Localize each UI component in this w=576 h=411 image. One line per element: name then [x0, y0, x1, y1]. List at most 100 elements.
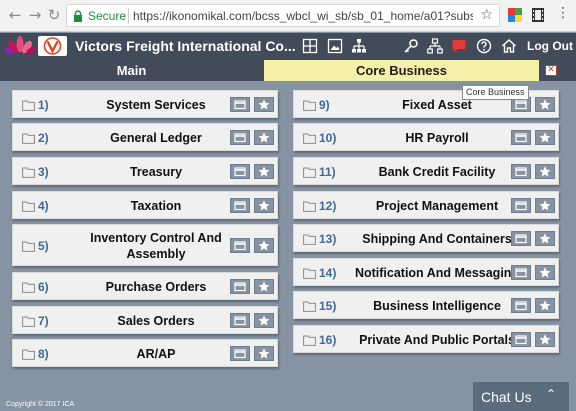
- address-bar[interactable]: Secure https://ikonomikal.com/bcss_wbcl_…: [66, 4, 500, 27]
- flower-logo-icon: [4, 36, 36, 55]
- module-card[interactable]: 1) System Services: [12, 90, 278, 118]
- favorite-star-icon[interactable]: [535, 198, 555, 213]
- chat-bubble-icon[interactable]: [451, 38, 467, 54]
- module-label[interactable]: General Ledger: [63, 124, 249, 152]
- url-divider: [128, 8, 129, 24]
- open-window-icon[interactable]: [230, 346, 250, 361]
- module-number: 11): [319, 165, 336, 179]
- favorite-star-icon[interactable]: [535, 97, 555, 112]
- module-label[interactable]: Purchase Orders: [63, 273, 249, 301]
- back-arrow-icon[interactable]: ←: [6, 6, 24, 24]
- module-card[interactable]: 3) Treasury: [12, 157, 278, 185]
- folder-icon: [22, 98, 35, 111]
- favorite-star-icon[interactable]: [254, 279, 274, 294]
- favorite-star-icon[interactable]: [535, 332, 555, 347]
- copyright-text: Copyright © 2017 ICA: [6, 401, 75, 408]
- favorite-star-icon[interactable]: [535, 130, 555, 145]
- tab-core-business[interactable]: Core Business: [264, 60, 539, 81]
- module-card[interactable]: 7) Sales Orders: [12, 306, 278, 334]
- folder-icon: [303, 232, 316, 245]
- favorite-star-icon[interactable]: [254, 164, 274, 179]
- logout-link[interactable]: Log Out: [527, 39, 573, 53]
- open-window-icon[interactable]: [230, 313, 250, 328]
- favorite-star-icon[interactable]: [254, 313, 274, 328]
- folder-icon: [303, 165, 316, 178]
- open-window-icon[interactable]: [511, 231, 531, 246]
- favorite-star-icon[interactable]: [535, 265, 555, 280]
- folder-icon: [22, 314, 35, 327]
- browser-menu-icon[interactable]: ⋮: [556, 5, 570, 21]
- module-label[interactable]: HR Payroll: [344, 124, 530, 152]
- module-card[interactable]: 14) Notification And Messaging: [293, 258, 559, 286]
- tooltip: Core Business: [462, 85, 529, 100]
- favorite-star-icon[interactable]: [254, 130, 274, 145]
- open-window-icon[interactable]: [230, 279, 250, 294]
- open-window-icon[interactable]: [511, 164, 531, 179]
- layout-grid-icon[interactable]: [302, 38, 318, 54]
- help-icon[interactable]: [476, 38, 492, 54]
- favorite-star-icon[interactable]: [535, 164, 555, 179]
- sitemap-icon[interactable]: [427, 38, 443, 54]
- tab-main[interactable]: Main: [0, 60, 263, 81]
- extension-color-icon[interactable]: [508, 8, 522, 22]
- module-number: 4): [38, 199, 49, 213]
- favorite-star-icon[interactable]: [254, 346, 274, 361]
- open-window-icon[interactable]: [511, 130, 531, 145]
- module-label[interactable]: Project Management: [344, 192, 530, 220]
- module-card[interactable]: 13) Shipping And Containers: [293, 224, 559, 252]
- chat-widget[interactable]: Chat Us ⌃: [473, 382, 569, 411]
- module-card[interactable]: 10) HR Payroll: [293, 123, 559, 151]
- module-label[interactable]: Inventory Control And Assembly: [63, 225, 249, 267]
- module-number: 13): [319, 232, 337, 246]
- open-window-icon[interactable]: [511, 332, 531, 347]
- open-window-icon[interactable]: [511, 198, 531, 213]
- key-icon[interactable]: [403, 38, 419, 54]
- module-label[interactable]: System Services: [63, 91, 249, 119]
- module-label[interactable]: Treasury: [63, 158, 249, 186]
- module-card[interactable]: 16) Private And Public Portals: [293, 325, 559, 353]
- open-window-icon[interactable]: [230, 238, 250, 253]
- folder-icon: [303, 266, 316, 279]
- module-card[interactable]: 11) Bank Credit Facility: [293, 157, 559, 185]
- module-label[interactable]: Notification And Messaging: [344, 259, 530, 287]
- bookmark-star-icon[interactable]: ☆: [480, 7, 493, 23]
- module-number: 7): [38, 314, 49, 328]
- module-label[interactable]: Private And Public Portals: [344, 326, 530, 354]
- module-label[interactable]: Business Intelligence: [344, 292, 530, 320]
- home-icon[interactable]: [501, 38, 517, 54]
- open-window-icon[interactable]: [230, 130, 250, 145]
- module-number: 14): [319, 266, 337, 280]
- company-title: Victors Freight International Co...: [75, 38, 296, 54]
- module-label[interactable]: AR/AP: [63, 340, 249, 368]
- module-card[interactable]: 12) Project Management: [293, 191, 559, 219]
- open-window-icon[interactable]: [230, 97, 250, 112]
- module-card[interactable]: 8) AR/AP: [12, 339, 278, 367]
- module-card[interactable]: 5) Inventory Control And Assembly: [12, 224, 278, 266]
- open-window-icon[interactable]: [511, 265, 531, 280]
- module-card[interactable]: 15) Business Intelligence: [293, 291, 559, 319]
- module-card[interactable]: 4) Taxation: [12, 191, 278, 219]
- favorite-star-icon[interactable]: [535, 231, 555, 246]
- favorite-star-icon[interactable]: [254, 238, 274, 253]
- image-icon[interactable]: [327, 38, 343, 54]
- close-icon[interactable]: ✕: [545, 65, 557, 76]
- favorite-star-icon[interactable]: [254, 198, 274, 213]
- module-label[interactable]: Taxation: [63, 192, 249, 220]
- favorite-star-icon[interactable]: [535, 298, 555, 313]
- extension-film-icon[interactable]: [532, 8, 544, 22]
- module-card[interactable]: 2) General Ledger: [12, 123, 278, 151]
- open-window-icon[interactable]: [230, 198, 250, 213]
- open-window-icon[interactable]: [230, 164, 250, 179]
- open-window-icon[interactable]: [511, 298, 531, 313]
- module-label[interactable]: Sales Orders: [63, 307, 249, 335]
- module-number: 2): [38, 131, 49, 145]
- v-logo-icon: [43, 37, 62, 55]
- forward-arrow-icon[interactable]: →: [26, 6, 44, 24]
- module-label[interactable]: Bank Credit Facility: [344, 158, 530, 186]
- url-text[interactable]: https://ikonomikal.com/bcss_wbcl_wi_sb/s…: [133, 9, 473, 23]
- module-card[interactable]: 6) Purchase Orders: [12, 272, 278, 300]
- favorite-star-icon[interactable]: [254, 97, 274, 112]
- module-label[interactable]: Shipping And Containers: [344, 225, 530, 253]
- org-chart-icon[interactable]: [351, 38, 367, 54]
- reload-icon[interactable]: ↻: [45, 6, 63, 24]
